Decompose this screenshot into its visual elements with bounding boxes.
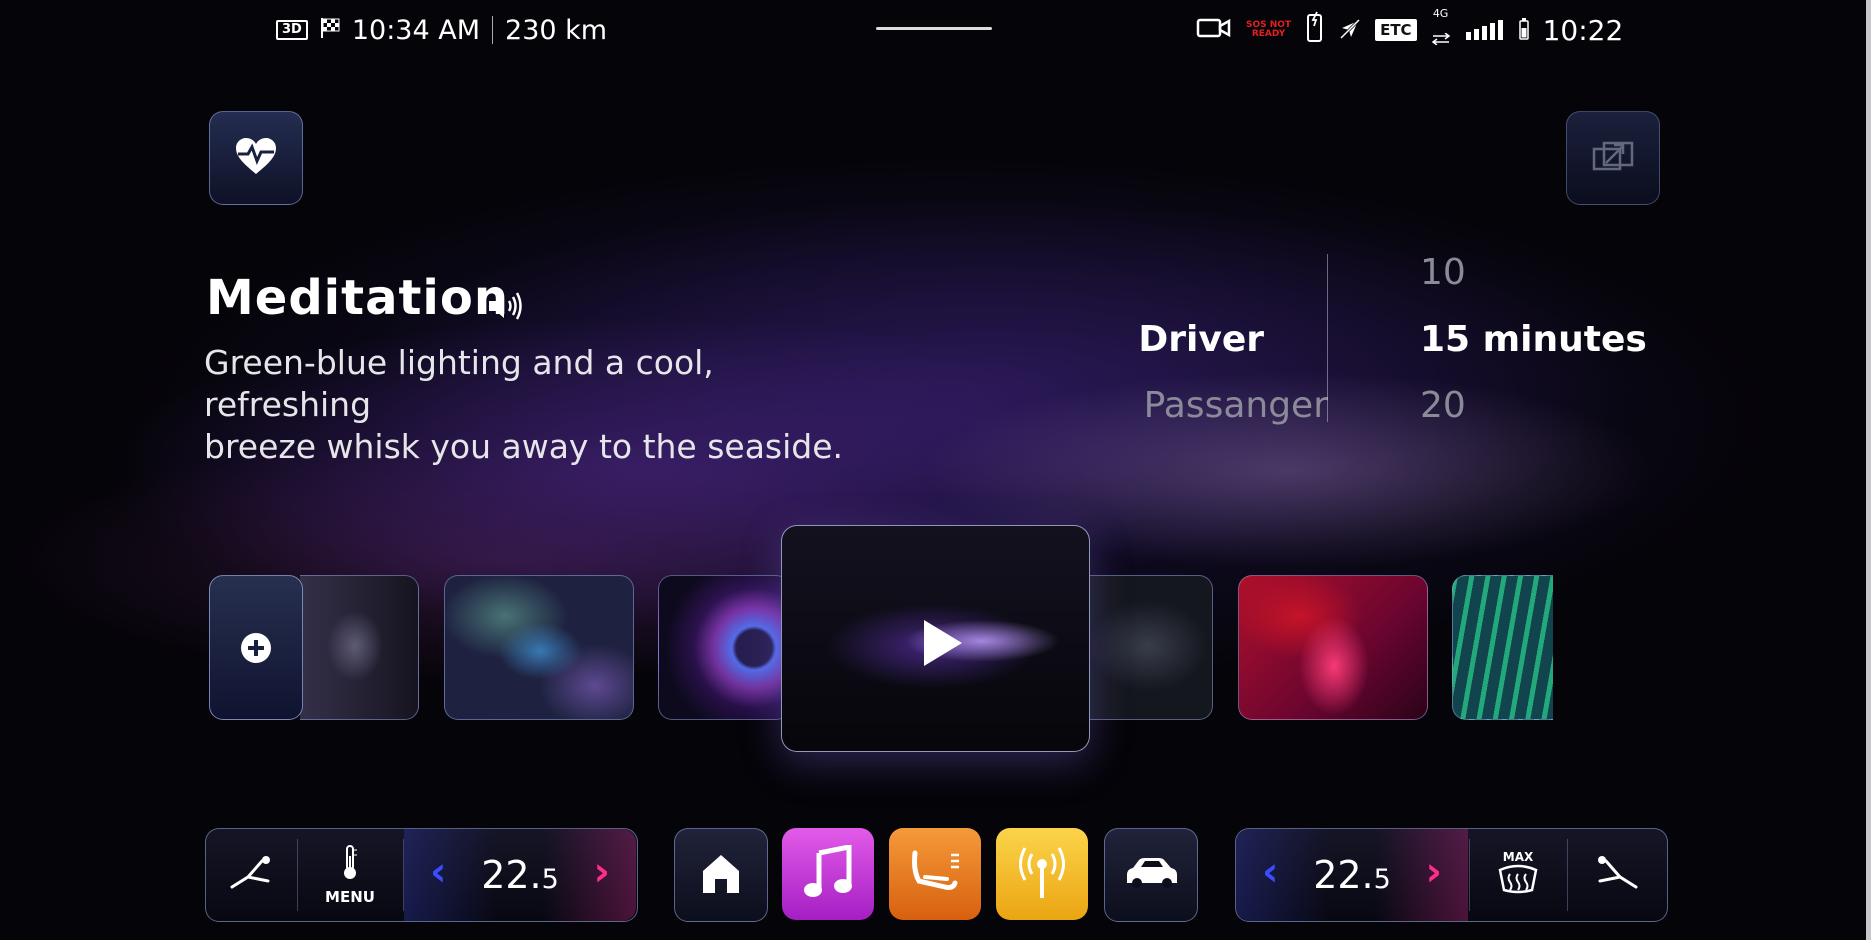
duration-option-above[interactable]: 10 (1420, 252, 1466, 293)
duration-option-below[interactable]: 20 (1420, 385, 1466, 426)
program-card-2[interactable] (444, 575, 634, 720)
play-icon[interactable] (920, 618, 964, 672)
max-label: MAX (1502, 850, 1534, 864)
sos-status: SOS NOT READY (1246, 20, 1292, 39)
program-card-6[interactable] (1452, 575, 1553, 720)
speaker-icon[interactable] (486, 290, 524, 326)
status-separator (492, 16, 494, 44)
seat-recline-right-icon (1594, 855, 1640, 895)
seat-massage-icon (907, 847, 963, 901)
signal-icon (1465, 14, 1505, 47)
network-type: 4G (1432, 7, 1449, 20)
view-3d-badge[interactable]: 3D (276, 20, 308, 40)
network-indicator: 4G (1431, 8, 1451, 52)
seat-recline-right-button[interactable] (1568, 829, 1666, 921)
program-card-4[interactable] (1088, 575, 1213, 720)
camera-icon (1196, 14, 1232, 47)
etc-badge: ETC (1375, 19, 1417, 41)
left-temp-down-button[interactable]: ‹ (430, 849, 446, 895)
expand-button[interactable] (1566, 111, 1660, 205)
thermometer-icon (341, 844, 359, 884)
music-button[interactable] (782, 828, 874, 920)
screen: 3D 10:34 AM 230 km SOS NOT READY ETC 4G (0, 0, 1871, 940)
status-bar-right: SOS NOT READY ETC 4G 10:22 (1196, 8, 1624, 50)
right-temp-down-button[interactable]: ‹ (1262, 849, 1278, 895)
program-title: Meditation (206, 270, 510, 326)
flag-icon (320, 15, 340, 46)
climate-left-panel: MENU ‹ 22.5 › (205, 828, 638, 922)
program-card-3[interactable] (658, 575, 790, 720)
heart-pulse-icon (234, 136, 278, 180)
music-note-icon (803, 843, 853, 903)
left-temp-up-button[interactable]: › (594, 849, 610, 895)
health-button[interactable] (209, 111, 303, 205)
seat-massage-button[interactable] (889, 828, 981, 920)
right-temp-value: 22.5 (1313, 853, 1391, 897)
program-description: Green-blue lighting and a cool, refreshi… (204, 343, 844, 466)
expand-icon (1592, 139, 1634, 177)
program-card-selected[interactable] (781, 525, 1090, 752)
climate-menu-label: MENU (325, 888, 375, 906)
add-program-card[interactable] (209, 575, 303, 720)
climate-menu-button[interactable]: MENU (298, 829, 402, 921)
seat-recline-left-button[interactable] (206, 829, 296, 921)
vehicle-button[interactable] (1104, 828, 1198, 922)
seat-option-passanger[interactable]: Passanger (1028, 385, 1328, 426)
picker-divider (1327, 254, 1328, 422)
duration-selected[interactable]: 15 minutes (1420, 319, 1647, 360)
left-temp-value: 22.5 (481, 853, 559, 897)
radio-button[interactable] (996, 828, 1088, 920)
seat-recline-icon (228, 855, 274, 895)
plus-circle-icon (240, 632, 272, 668)
status-clock: 10:22 (1542, 13, 1624, 47)
battery-icon (1518, 14, 1529, 47)
home-button[interactable] (674, 828, 768, 922)
drag-handle[interactable] (876, 27, 992, 30)
phone-charge-icon (1305, 11, 1325, 50)
status-time: 10:34 AM (351, 14, 481, 46)
location-off-icon (1339, 14, 1361, 47)
radio-antenna-icon (1014, 844, 1070, 904)
status-distance: 230 km (505, 14, 608, 46)
max-defrost-button[interactable]: MAX (1470, 829, 1566, 921)
program-card-1[interactable] (300, 575, 419, 720)
seat-option-driver[interactable]: Driver (964, 319, 1264, 360)
screen-edge (1866, 0, 1871, 940)
right-temp-up-button[interactable]: › (1426, 849, 1442, 895)
program-card-5[interactable] (1238, 575, 1428, 720)
car-icon (1123, 855, 1179, 895)
climate-right-panel: ‹ 22.5 › MAX (1235, 828, 1668, 922)
status-bar-left: 3D 10:34 AM 230 km (276, 12, 607, 48)
home-icon (699, 851, 743, 899)
rear-defrost-icon (1496, 864, 1540, 900)
